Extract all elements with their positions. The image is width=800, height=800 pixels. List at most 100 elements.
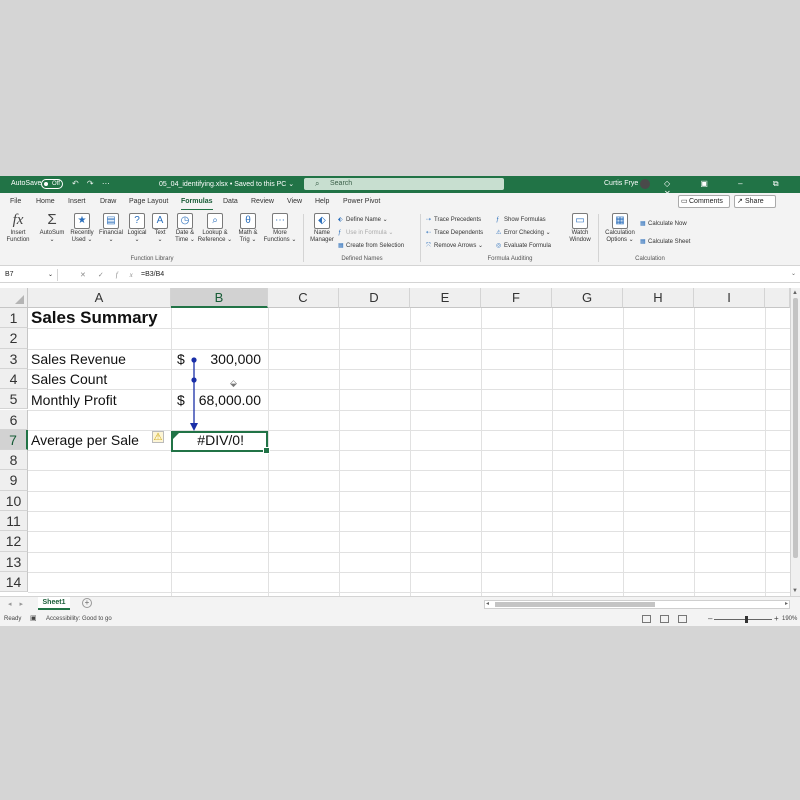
more-functions-button[interactable]: ⋯ More Functions ⌄ — [262, 213, 298, 244]
row-header-5[interactable]: 5 — [0, 389, 28, 410]
scroll-down-icon[interactable]: ▼ — [792, 588, 798, 594]
column-header-partial[interactable] — [765, 288, 790, 308]
cell-a7[interactable]: Average per Sale — [31, 430, 139, 450]
accessibility-status[interactable]: Accessibility: Good to go — [46, 612, 112, 626]
horizontal-scrollbar[interactable]: ◂ ▸ — [484, 600, 790, 609]
name-box[interactable]: B7 ⌄ — [2, 269, 58, 281]
row-header-1[interactable]: 1 — [0, 308, 28, 329]
sheet-tab-sheet1[interactable]: Sheet1 — [38, 597, 70, 610]
scroll-thumb[interactable] — [495, 602, 655, 607]
column-header-e[interactable]: E — [410, 288, 481, 308]
watch-window-button[interactable]: ▭ Watch Window — [565, 213, 595, 244]
page-break-view-icon[interactable] — [678, 615, 687, 623]
column-header-b[interactable]: B — [171, 288, 268, 308]
scroll-right-icon[interactable]: ▸ — [785, 601, 788, 608]
tab-draw[interactable]: Draw — [100, 198, 116, 205]
page-layout-view-icon[interactable] — [660, 615, 669, 623]
row-header-12[interactable]: 12 — [0, 531, 28, 552]
tab-formulas[interactable]: Formulas — [181, 198, 213, 211]
formula-bar-icons[interactable]: ✕✓fx — [80, 269, 145, 282]
column-header-h[interactable]: H — [623, 288, 694, 308]
sheet-nav-arrows[interactable]: ◂▸ — [8, 600, 31, 608]
logical-button[interactable]: ? Logical ⌄ — [124, 213, 150, 244]
remove-arrows-button[interactable]: ⤧ Remove Arrows ⌄ — [426, 242, 483, 250]
row-header-11[interactable]: 11 — [0, 511, 28, 532]
zoom-level[interactable]: 190% — [782, 612, 797, 626]
formula-input[interactable]: =B3/B4 — [141, 269, 164, 281]
trace-precedents-button[interactable]: ⇢ Trace Precedents — [426, 216, 481, 224]
cell-b5[interactable]: 68,000.00 — [190, 390, 261, 410]
row-header-6[interactable]: 6 — [0, 409, 28, 430]
math-trig-button[interactable]: θ Math & Trig ⌄ — [234, 213, 262, 244]
macro-record-icon[interactable]: ▣ — [30, 612, 37, 626]
worksheet-grid[interactable]: A B C D E F G H I 1 2 3 4 5 6 7 8 9 10 1… — [0, 288, 800, 596]
cell-a4[interactable]: Sales Count — [31, 369, 107, 389]
column-header-d[interactable]: D — [339, 288, 410, 308]
row-header-4[interactable]: 4 — [0, 368, 28, 390]
cell-b3[interactable]: 300,000 — [190, 349, 261, 369]
insert-function-button[interactable]: fx Insert Function — [4, 213, 32, 244]
cell-a3[interactable]: Sales Revenue — [31, 349, 126, 369]
search-box[interactable]: ⌕ Search — [304, 178, 504, 190]
tab-home[interactable]: Home — [36, 198, 55, 205]
cell-a5[interactable]: Monthly Profit — [31, 390, 117, 410]
tab-data[interactable]: Data — [223, 198, 238, 205]
zoom-out-icon[interactable]: – — [708, 612, 712, 626]
cell-a1[interactable]: Sales Summary — [31, 308, 158, 328]
normal-view-icon[interactable] — [642, 615, 651, 623]
tab-power-pivot[interactable]: Power Pivot — [343, 198, 380, 205]
column-header-a[interactable]: A — [28, 288, 171, 308]
column-header-f[interactable]: F — [481, 288, 552, 308]
scroll-left-icon[interactable]: ◂ — [486, 601, 489, 608]
share-button[interactable]: Share — [734, 195, 776, 208]
financial-button[interactable]: ▤ Financial ⌄ — [96, 213, 126, 244]
select-all-button[interactable] — [0, 288, 28, 308]
evaluate-formula-button[interactable]: ◎ Evaluate Formula — [496, 242, 551, 250]
vertical-scrollbar[interactable]: ▲ ▼ — [790, 288, 800, 596]
lookup-reference-button[interactable]: ⌕ Lookup & Reference ⌄ — [197, 213, 233, 244]
scroll-up-icon[interactable]: ▲ — [792, 290, 798, 296]
show-formulas-button[interactable]: ƒ Show Formulas — [496, 216, 546, 224]
row-header-3[interactable]: 3 — [0, 348, 28, 369]
text-button[interactable]: A Text ⌄ — [150, 213, 170, 244]
column-header-g[interactable]: G — [552, 288, 623, 308]
row-header-9[interactable]: 9 — [0, 470, 28, 491]
trace-dependents-button[interactable]: ⇠ Trace Dependents — [426, 229, 483, 237]
user-name[interactable]: Curtis Frye — [604, 180, 638, 187]
use-in-formula-button[interactable]: ƒ Use in Formula ⌄ — [338, 229, 393, 237]
autosum-button[interactable]: Σ AutoSum ⌄ — [37, 212, 67, 244]
calculate-sheet-button[interactable]: ▦ Calculate Sheet — [640, 238, 690, 246]
calculate-now-button[interactable]: ▦ Calculate Now — [640, 220, 687, 228]
expand-formula-icon[interactable]: ⌄ — [791, 270, 796, 277]
tab-help[interactable]: Help — [315, 198, 329, 205]
column-header-i[interactable]: I — [694, 288, 765, 308]
calculation-options-button[interactable]: ▦ Calculation Options ⌄ — [601, 213, 639, 244]
row-header-8[interactable]: 8 — [0, 450, 28, 471]
warning-icon[interactable]: ⚠ — [152, 431, 164, 443]
create-from-selection-button[interactable]: ▦ Create from Selection — [338, 242, 404, 250]
tab-review[interactable]: Review — [251, 198, 274, 205]
add-sheet-icon[interactable]: + — [82, 598, 92, 608]
tab-page-layout[interactable]: Page Layout — [129, 198, 168, 205]
cell-b5-currency[interactable]: $ — [177, 390, 185, 410]
zoom-in-icon[interactable]: + — [774, 612, 779, 626]
row-header-10[interactable]: 10 — [0, 490, 28, 511]
avatar[interactable] — [640, 179, 650, 189]
zoom-slider[interactable] — [714, 619, 772, 620]
column-header-c[interactable]: C — [268, 288, 339, 308]
scroll-thumb[interactable] — [793, 298, 798, 558]
row-header-13[interactable]: 13 — [0, 551, 28, 572]
name-manager-button[interactable]: ⬖ Name Manager — [307, 213, 337, 244]
cell-b3-currency[interactable]: $ — [177, 349, 185, 369]
tab-insert[interactable]: Insert — [68, 198, 86, 205]
define-name-button[interactable]: ⬖ Define Name ⌄ — [338, 216, 388, 224]
quick-access-toolbar[interactable]: ↶ ↷ ⋯ — [72, 179, 113, 188]
date-time-button[interactable]: ◷ Date & Time ⌄ — [171, 213, 199, 244]
zoom-slider-handle[interactable] — [745, 616, 748, 623]
tab-view[interactable]: View — [287, 198, 302, 205]
row-header-7[interactable]: 7 — [0, 429, 28, 451]
tab-file[interactable]: File — [10, 198, 21, 205]
document-title[interactable]: 05_04_identifying.xlsx • Saved to this P… — [159, 180, 294, 188]
row-header-2[interactable]: 2 — [0, 328, 28, 349]
recently-used-button[interactable]: ★ Recently Used ⌄ — [67, 213, 97, 244]
